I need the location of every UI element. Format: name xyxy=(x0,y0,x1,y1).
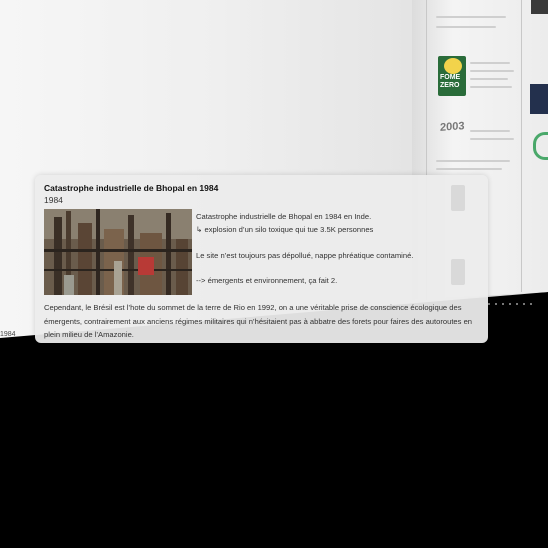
thumbnail-image xyxy=(531,0,548,14)
green-logo-icon xyxy=(533,132,548,160)
bhopal-plant-image[interactable] xyxy=(44,209,192,295)
text-line xyxy=(470,78,508,80)
note-card[interactable]: Catastrophe industrielle de Bhopal en 19… xyxy=(35,175,488,343)
thumbnail-image xyxy=(530,84,548,114)
scroll-handle[interactable] xyxy=(451,259,465,285)
industrial-photo-icon xyxy=(44,209,192,295)
card-title: Catastrophe industrielle de Bhopal en 19… xyxy=(44,183,219,193)
card-paragraph: ↳ explosion d’un silo toxique qui tue 3.… xyxy=(196,225,374,234)
scroll-handle[interactable] xyxy=(451,185,465,211)
card-year: 1984 xyxy=(44,195,63,205)
card-paragraph-long: Cependant, le Brésil est l’hote du somme… xyxy=(44,303,473,339)
text-line xyxy=(470,70,514,72)
floor-label: 1984 xyxy=(0,331,16,338)
card-paragraph: --> émergents et environnement, ça fait … xyxy=(196,276,338,285)
text-line xyxy=(470,138,514,140)
text-line xyxy=(470,130,510,132)
text-line xyxy=(470,86,512,88)
canvas-scene: FOME ZERO 2003 1984 Catastrophe industri… xyxy=(0,0,548,548)
text-line xyxy=(436,160,510,162)
text-line xyxy=(470,62,510,64)
text-line xyxy=(436,26,496,28)
card-paragraph: Le site n’est toujours pas dépollué, nap… xyxy=(196,251,414,260)
text-line xyxy=(436,168,502,170)
text-line xyxy=(436,16,506,18)
dot-strip xyxy=(488,292,548,305)
column-divider xyxy=(521,0,522,292)
card-paragraph: Catastrophe industrielle de Bhopal en 19… xyxy=(196,212,372,221)
globe-icon xyxy=(444,58,462,74)
year-2003-text: 2003 xyxy=(440,120,465,134)
logo-text: FOME ZERO xyxy=(440,74,461,89)
